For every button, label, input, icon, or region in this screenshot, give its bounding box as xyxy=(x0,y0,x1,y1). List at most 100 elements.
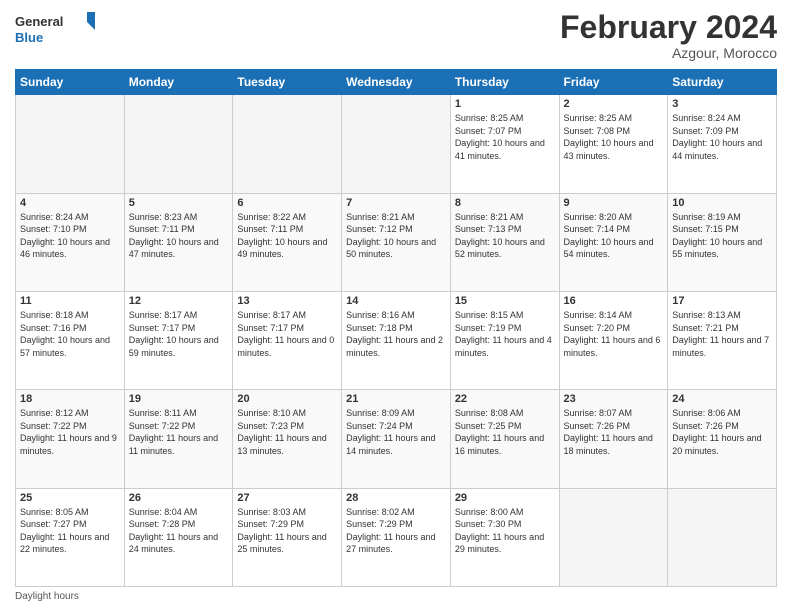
day-number: 21 xyxy=(346,393,446,405)
day-info: Sunrise: 8:05 AM Sunset: 7:27 PM Dayligh… xyxy=(20,506,120,556)
title-block: February 2024 Azgour, Morocco xyxy=(560,10,777,61)
day-info: Sunrise: 8:02 AM Sunset: 7:29 PM Dayligh… xyxy=(346,506,446,556)
table-cell xyxy=(16,95,125,193)
table-cell xyxy=(668,488,777,586)
table-cell: 27Sunrise: 8:03 AM Sunset: 7:29 PM Dayli… xyxy=(233,488,342,586)
table-cell: 16 Sunrise: 8:14 AM Sunset: 7:20 PM Dayli… xyxy=(559,291,668,389)
table-cell xyxy=(233,95,342,193)
table-cell: 8 Sunrise: 8:21 AM Sunset: 7:13 PM Daylig… xyxy=(450,193,559,291)
table-cell: 20 Sunrise: 8:10 AM Sunset: 7:23 PM Dayli… xyxy=(233,390,342,488)
col-saturday: Saturday xyxy=(668,70,777,95)
day-info: Sunrise: 8:20 AM Sunset: 7:14 PM Dayligh… xyxy=(564,211,664,261)
day-info: Sunrise: 8:07 AM Sunset: 7:26 PM Dayligh… xyxy=(564,407,664,457)
day-number: 6 xyxy=(237,197,337,209)
table-cell: 5 Sunrise: 8:23 AM Sunset: 7:11 PM Daylig… xyxy=(124,193,233,291)
col-thursday: Thursday xyxy=(450,70,559,95)
day-info: Sunrise: 8:25 AM Sunset: 7:08 PM Dayligh… xyxy=(564,112,664,162)
day-info: Sunrise: 8:18 AM Sunset: 7:16 PM Dayligh… xyxy=(20,309,120,359)
month-title: February 2024 xyxy=(560,10,777,45)
day-info: Sunrise: 8:09 AM Sunset: 7:24 PM Dayligh… xyxy=(346,407,446,457)
day-number: 15 xyxy=(455,295,555,307)
day-info: Sunrise: 8:08 AM Sunset: 7:25 PM Dayligh… xyxy=(455,407,555,457)
table-cell: 26 Sunrise: 8:04 AM Sunset: 7:28 PM Dayli… xyxy=(124,488,233,586)
day-number: 12 xyxy=(129,295,229,307)
header: General Blue February 2024 Azgour, Moroc… xyxy=(15,10,777,61)
table-cell: 17 Sunrise: 8:13 AM Sunset: 7:21 PM Dayli… xyxy=(668,291,777,389)
day-info: Sunrise: 8:12 AM Sunset: 7:22 PM Dayligh… xyxy=(20,407,120,457)
day-number: 8 xyxy=(455,197,555,209)
table-cell xyxy=(559,488,668,586)
location: Azgour, Morocco xyxy=(560,45,777,61)
day-info: Sunrise: 8:10 AM Sunset: 7:23 PM Dayligh… xyxy=(237,407,337,457)
table-cell xyxy=(342,95,451,193)
logo: General Blue xyxy=(15,10,95,50)
day-number: 1 xyxy=(455,98,555,110)
day-number: 5 xyxy=(129,197,229,209)
week-row-5: 25Sunrise: 8:05 AM Sunset: 7:27 PM Dayli… xyxy=(16,488,777,586)
page: General Blue February 2024 Azgour, Moroc… xyxy=(0,0,792,612)
day-number: 27 xyxy=(237,492,337,504)
table-cell: 29 Sunrise: 8:00 AM Sunset: 7:30 PM Dayli… xyxy=(450,488,559,586)
day-info: Sunrise: 8:23 AM Sunset: 7:11 PM Dayligh… xyxy=(129,211,229,261)
svg-text:General: General xyxy=(15,14,63,29)
table-cell: 14Sunrise: 8:16 AM Sunset: 7:18 PM Dayli… xyxy=(342,291,451,389)
table-cell: 28 Sunrise: 8:02 AM Sunset: 7:29 PM Dayli… xyxy=(342,488,451,586)
day-number: 17 xyxy=(672,295,772,307)
day-info: Sunrise: 8:24 AM Sunset: 7:10 PM Dayligh… xyxy=(20,211,120,261)
col-tuesday: Tuesday xyxy=(233,70,342,95)
table-cell: 24 Sunrise: 8:06 AM Sunset: 7:26 PM Dayli… xyxy=(668,390,777,488)
table-cell: 10Sunrise: 8:19 AM Sunset: 7:15 PM Dayli… xyxy=(668,193,777,291)
day-info: Sunrise: 8:15 AM Sunset: 7:19 PM Dayligh… xyxy=(455,309,555,359)
day-number: 2 xyxy=(564,98,664,110)
table-cell xyxy=(124,95,233,193)
day-number: 3 xyxy=(672,98,772,110)
week-row-3: 11 Sunrise: 8:18 AM Sunset: 7:16 PM Dayli… xyxy=(16,291,777,389)
day-number: 11 xyxy=(20,295,120,307)
col-sunday: Sunday xyxy=(16,70,125,95)
day-info: Sunrise: 8:19 AM Sunset: 7:15 PM Dayligh… xyxy=(672,211,772,261)
table-cell: 12 Sunrise: 8:17 AM Sunset: 7:17 PM Dayli… xyxy=(124,291,233,389)
day-info: Sunrise: 8:21 AM Sunset: 7:13 PM Dayligh… xyxy=(455,211,555,261)
table-cell: 6 Sunrise: 8:22 AM Sunset: 7:11 PM Daylig… xyxy=(233,193,342,291)
table-cell: 23Sunrise: 8:07 AM Sunset: 7:26 PM Dayli… xyxy=(559,390,668,488)
calendar-table: Sunday Monday Tuesday Wednesday Thursday… xyxy=(15,69,777,587)
day-info: Sunrise: 8:13 AM Sunset: 7:21 PM Dayligh… xyxy=(672,309,772,359)
col-wednesday: Wednesday xyxy=(342,70,451,95)
table-cell: 1 Sunrise: 8:25 AM Sunset: 7:07 PM Daylig… xyxy=(450,95,559,193)
day-info: Sunrise: 8:04 AM Sunset: 7:28 PM Dayligh… xyxy=(129,506,229,556)
day-number: 9 xyxy=(564,197,664,209)
day-number: 19 xyxy=(129,393,229,405)
day-number: 14 xyxy=(346,295,446,307)
day-number: 13 xyxy=(237,295,337,307)
day-number: 24 xyxy=(672,393,772,405)
day-info: Sunrise: 8:11 AM Sunset: 7:22 PM Dayligh… xyxy=(129,407,229,457)
week-row-2: 4Sunrise: 8:24 AM Sunset: 7:10 PM Daylig… xyxy=(16,193,777,291)
col-monday: Monday xyxy=(124,70,233,95)
day-info: Sunrise: 8:25 AM Sunset: 7:07 PM Dayligh… xyxy=(455,112,555,162)
day-info: Sunrise: 8:06 AM Sunset: 7:26 PM Dayligh… xyxy=(672,407,772,457)
daylight-label: Daylight hours xyxy=(15,591,79,602)
day-info: Sunrise: 8:00 AM Sunset: 7:30 PM Dayligh… xyxy=(455,506,555,556)
table-cell: 13Sunrise: 8:17 AM Sunset: 7:17 PM Dayli… xyxy=(233,291,342,389)
day-number: 16 xyxy=(564,295,664,307)
calendar-header-row: Sunday Monday Tuesday Wednesday Thursday… xyxy=(16,70,777,95)
day-number: 29 xyxy=(455,492,555,504)
table-cell: 4Sunrise: 8:24 AM Sunset: 7:10 PM Daylig… xyxy=(16,193,125,291)
day-info: Sunrise: 8:14 AM Sunset: 7:20 PM Dayligh… xyxy=(564,309,664,359)
table-cell: 19 Sunrise: 8:11 AM Sunset: 7:22 PM Dayli… xyxy=(124,390,233,488)
table-cell: 22 Sunrise: 8:08 AM Sunset: 7:25 PM Dayli… xyxy=(450,390,559,488)
week-row-1: 1 Sunrise: 8:25 AM Sunset: 7:07 PM Daylig… xyxy=(16,95,777,193)
day-number: 20 xyxy=(237,393,337,405)
table-cell: 25Sunrise: 8:05 AM Sunset: 7:27 PM Dayli… xyxy=(16,488,125,586)
day-number: 18 xyxy=(20,393,120,405)
day-info: Sunrise: 8:17 AM Sunset: 7:17 PM Dayligh… xyxy=(129,309,229,359)
day-info: Sunrise: 8:22 AM Sunset: 7:11 PM Dayligh… xyxy=(237,211,337,261)
table-cell: 11 Sunrise: 8:18 AM Sunset: 7:16 PM Dayli… xyxy=(16,291,125,389)
table-cell: 2 Sunrise: 8:25 AM Sunset: 7:08 PM Daylig… xyxy=(559,95,668,193)
day-number: 28 xyxy=(346,492,446,504)
day-number: 26 xyxy=(129,492,229,504)
table-cell: 18 Sunrise: 8:12 AM Sunset: 7:22 PM Dayli… xyxy=(16,390,125,488)
day-number: 22 xyxy=(455,393,555,405)
day-number: 7 xyxy=(346,197,446,209)
table-cell: 21 Sunrise: 8:09 AM Sunset: 7:24 PM Dayli… xyxy=(342,390,451,488)
